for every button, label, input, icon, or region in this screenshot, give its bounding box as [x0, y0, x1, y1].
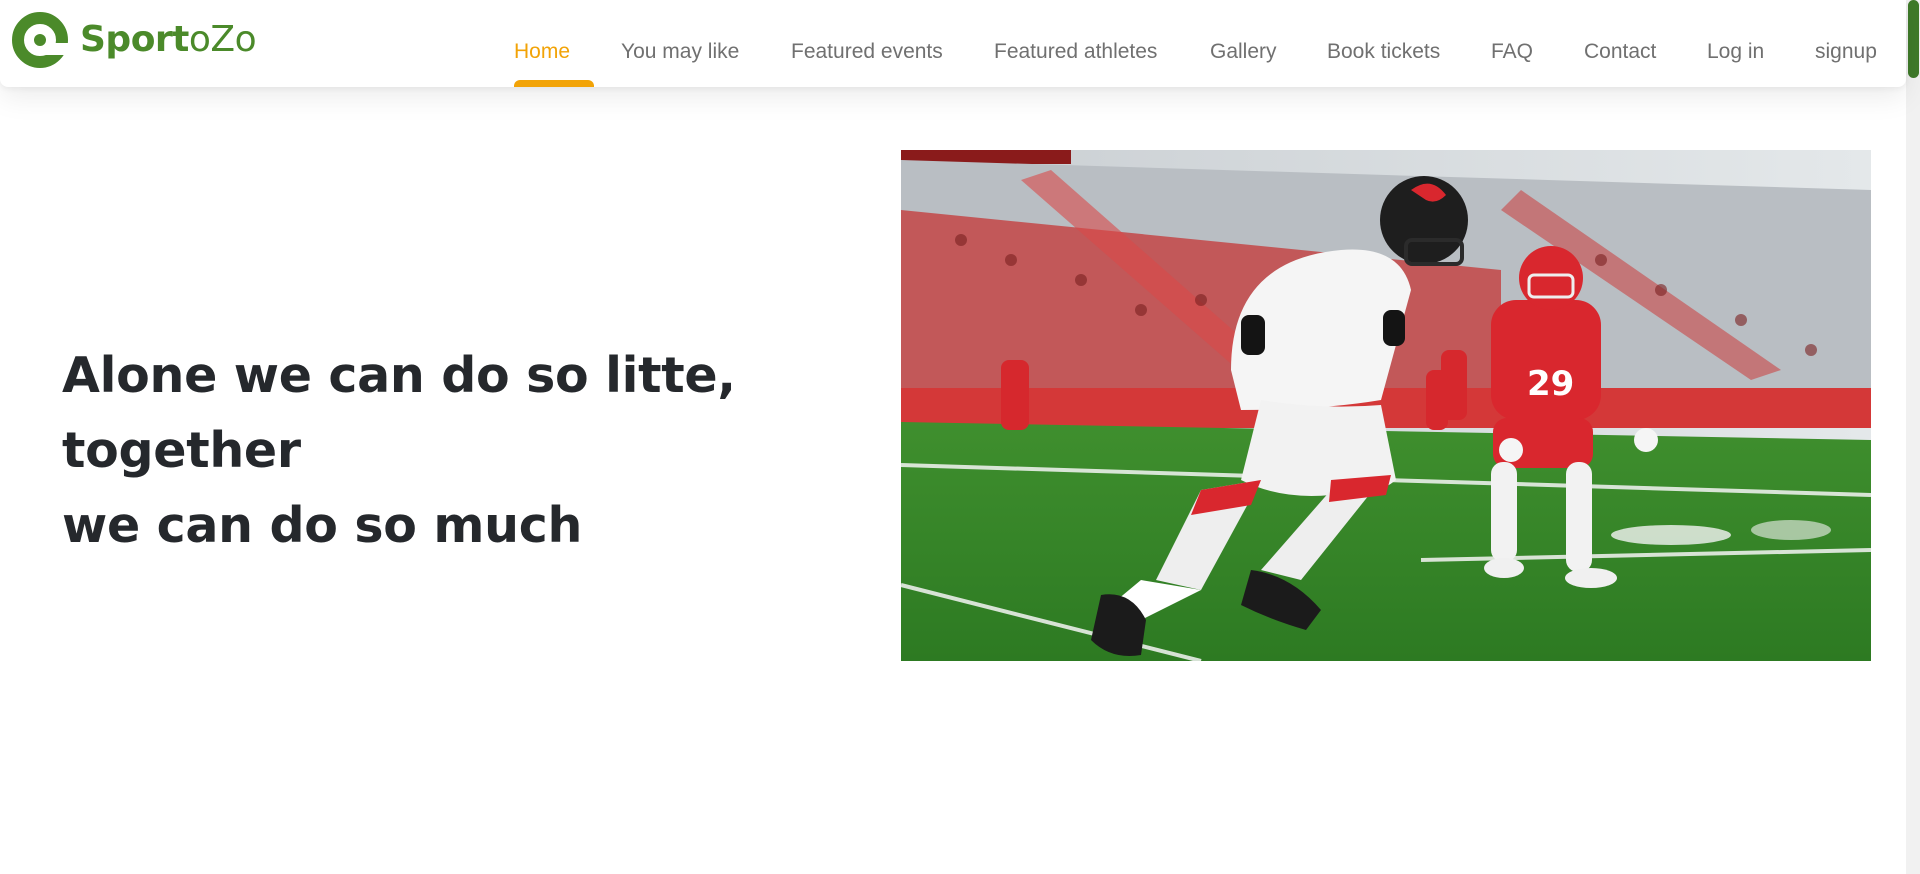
scrollbar-thumb[interactable]: [1908, 0, 1919, 78]
hero-heading: Alone we can do so litte, together we ca…: [62, 338, 882, 563]
hero-heading-line1: Alone we can do so litte, together: [62, 347, 736, 479]
nav-item-book-tickets[interactable]: Book tickets: [1327, 36, 1440, 68]
nav-item-gallery[interactable]: Gallery: [1210, 36, 1277, 68]
nav-item-featured-events[interactable]: Featured events: [791, 36, 943, 68]
nav-item-contact[interactable]: Contact: [1584, 36, 1656, 68]
jersey-number: 29: [1527, 364, 1574, 404]
hero-image: 29: [901, 150, 1871, 661]
page-scrollbar[interactable]: [1906, 0, 1920, 874]
nav-item-you-may-like[interactable]: You may like: [621, 36, 739, 68]
active-nav-indicator: [514, 80, 594, 87]
site-header: SportoZo Home You may like Featured even…: [0, 0, 1906, 87]
nav-item-faq[interactable]: FAQ: [1491, 36, 1533, 68]
hero-heading-line2: we can do so much: [62, 497, 583, 554]
nav-item-signup[interactable]: signup: [1815, 36, 1877, 68]
main-nav: Home You may like Featured events Featur…: [0, 0, 1906, 87]
nav-item-featured-athletes[interactable]: Featured athletes: [994, 36, 1157, 68]
nav-item-log-in[interactable]: Log in: [1707, 36, 1764, 68]
nav-item-home[interactable]: Home: [514, 36, 570, 68]
football-players-illustration: 29: [901, 150, 1871, 661]
